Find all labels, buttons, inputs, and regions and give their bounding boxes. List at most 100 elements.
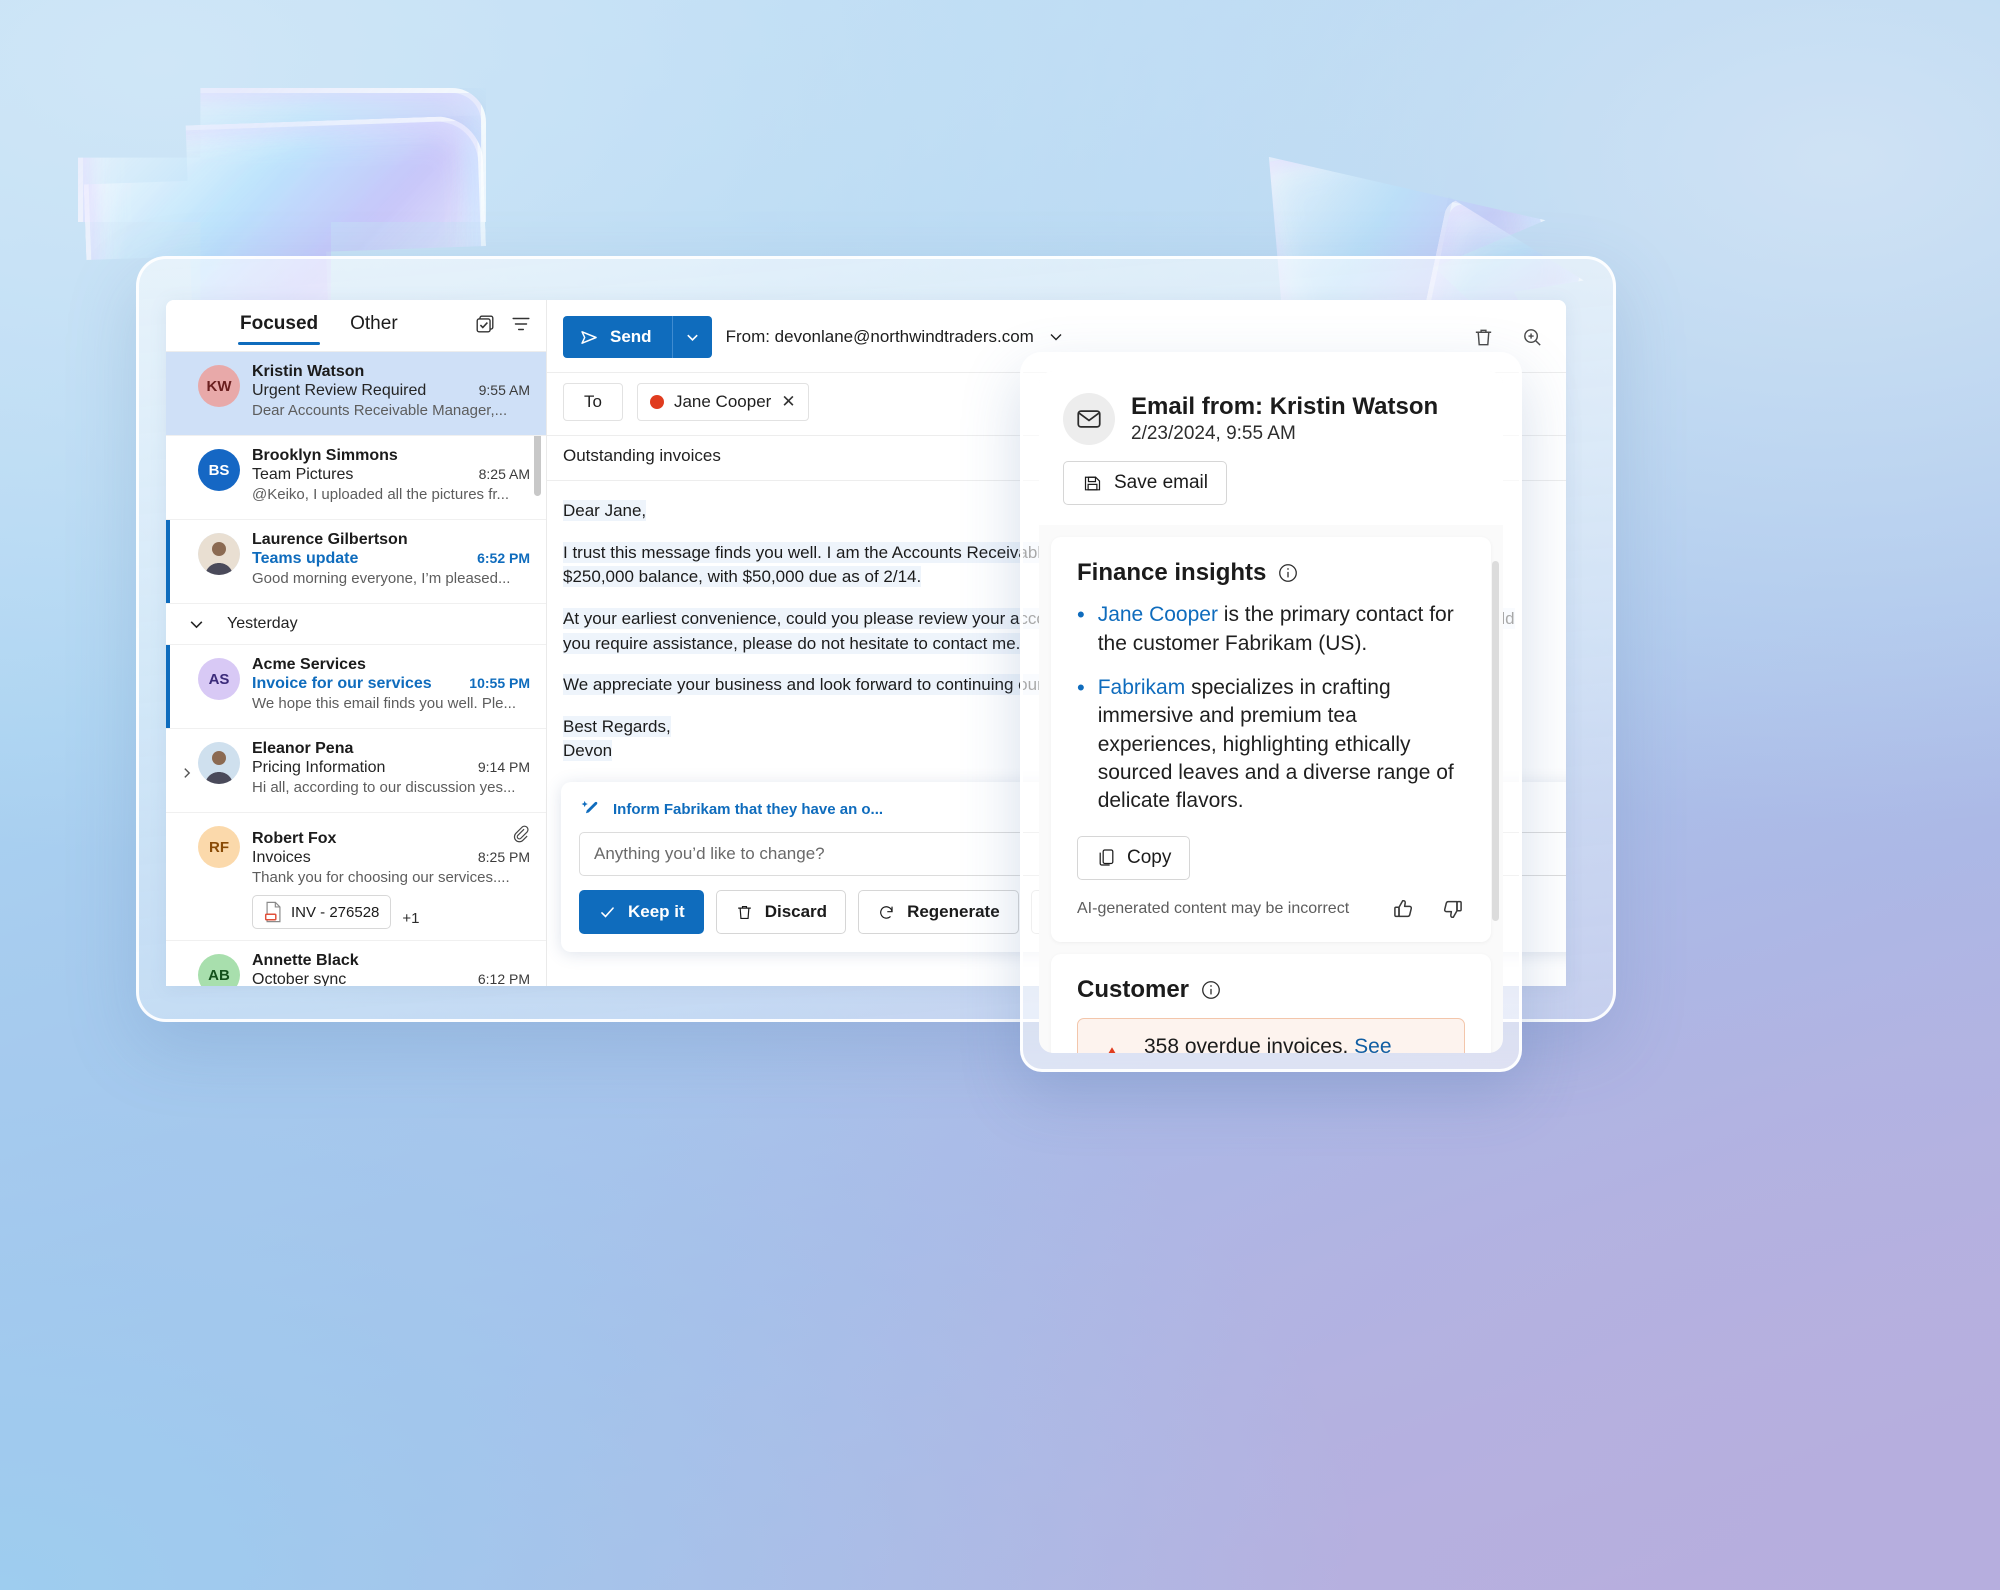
copilot-side-panel: Email from: Kristin Watson 2/23/2024, 9:…	[1020, 352, 1522, 1072]
timestamp: 9:14 PM	[477, 759, 530, 775]
thumbs-down-icon[interactable]	[1439, 896, 1465, 922]
subject-text: Invoice for our services	[252, 675, 432, 692]
panel-timestamp: 2/23/2024, 9:55 AM	[1131, 423, 1296, 445]
attachment-more-count[interactable]: +1	[402, 910, 419, 927]
file-icon	[264, 901, 281, 923]
finance-insights-title: Finance insights	[1077, 559, 1465, 587]
row-gutter	[176, 952, 198, 986]
sender-name: Kristin Watson	[252, 363, 365, 380]
list-item-body: Annette BlackOctober sync6:12 PMHi y’all…	[252, 952, 530, 986]
send-button-label: Send	[610, 327, 652, 346]
list-item-body: Laurence Gilbertson Teams update 6:52 PM Go…	[252, 531, 530, 592]
copy-label: Copy	[1127, 846, 1172, 868]
from-field[interactable]: From: devonlane@northwindtraders.com	[726, 327, 1064, 347]
list-item-subject-row: Team Pictures 8:25 AM	[252, 466, 530, 484]
thumbs-up-icon[interactable]	[1391, 896, 1417, 922]
customer-card: Customer 358 overdue invoices. See detai…	[1051, 953, 1491, 1053]
finance-insights-card: Finance insights • Jane Cooper is the pr…	[1051, 537, 1491, 942]
side-panel-inner: Email from: Kristin Watson 2/23/2024, 9:…	[1039, 371, 1503, 1053]
send-options-caret[interactable]	[671, 316, 712, 358]
alert-count-text: 358 overdue invoices.	[1144, 1034, 1349, 1053]
send-button-group: Send	[563, 316, 712, 358]
refresh-icon	[880, 905, 893, 919]
preview-text: Good morning everyone, I’m pleased...	[252, 570, 511, 587]
side-panel-header: Email from: Kristin Watson 2/23/2024, 9:…	[1039, 371, 1503, 526]
send-button[interactable]: Send	[563, 316, 672, 358]
chevron-down-icon	[686, 334, 698, 341]
list-item[interactable]: RF Robert Fox Invoices 8:25 PM Thank you for…	[166, 813, 546, 941]
tab-other[interactable]: Other	[348, 307, 400, 345]
recipient-name: Jane Cooper	[673, 392, 772, 411]
insight-link[interactable]: Jane Cooper	[1098, 603, 1218, 626]
preview-text: Thank you for choosing our services....	[252, 869, 510, 886]
attachment-chip[interactable]: INV - 276528	[252, 895, 392, 929]
info-icon	[1279, 564, 1298, 583]
copilot-sparkle-icon	[581, 800, 598, 814]
customer-card-title: Customer	[1077, 976, 1465, 1004]
from-address: From: devonlane@northwindtraders.com	[725, 327, 1034, 346]
keep-it-label: Keep it	[628, 902, 685, 921]
avatar: BS	[198, 449, 240, 491]
expand-thread-icon[interactable]	[176, 740, 198, 801]
list-item-body: Brooklyn Simmons Team Pictures 8:25 AM @Kei…	[252, 447, 530, 508]
list-item-header: Kristin Watson	[252, 363, 530, 381]
keep-it-button[interactable]: Keep it	[579, 890, 704, 934]
bullet-icon: •	[1077, 602, 1085, 628]
subject-text: Urgent Review Required	[252, 382, 427, 399]
side-panel-scrollbar[interactable]	[1492, 561, 1499, 921]
row-gutter	[176, 447, 198, 508]
list-item[interactable]: Laurence Gilbertson Teams update 6:52 PM Go…	[166, 520, 546, 604]
copy-icon	[1099, 849, 1114, 866]
list-item-header: Eleanor Pena	[252, 740, 530, 758]
message-list-tabs: Focused Other	[166, 300, 546, 352]
avatar: KW	[198, 365, 240, 407]
zoom-in-icon[interactable]	[1521, 326, 1544, 349]
filter-icon[interactable]	[510, 313, 532, 335]
list-item-subject-row: Teams update 6:52 PM	[252, 550, 530, 568]
insight-link[interactable]: Fabrikam	[1098, 676, 1186, 699]
finance-insights-label: Finance insights	[1077, 559, 1267, 587]
list-item[interactable]: BS Brooklyn Simmons Team Pictures 8:25 AM @K…	[166, 436, 546, 520]
discard-button[interactable]: Discard	[715, 890, 847, 934]
timestamp: 10:55 PM	[469, 675, 530, 691]
list-item[interactable]: AS Acme Services Invoice for our services 1…	[166, 645, 546, 729]
copy-button[interactable]: Copy	[1077, 835, 1191, 880]
list-item[interactable]: KW Kristin Watson Urgent Review Required 9:…	[166, 352, 546, 436]
save-email-button[interactable]: Save email	[1063, 461, 1227, 506]
row-gutter	[176, 363, 198, 424]
timestamp: 6:52 PM	[477, 550, 530, 566]
list-item-body: Kristin Watson Urgent Review Required 9:55…	[252, 363, 530, 424]
remove-recipient-icon[interactable]: ✕	[781, 392, 795, 412]
copilot-hint-text: Inform Fabrikam that they have an o...	[613, 800, 884, 818]
list-item-header: Acme Services	[252, 656, 530, 674]
message-list-pane: Focused Other KW Kristin Watson Urgent R…	[166, 300, 547, 986]
list-item[interactable]: Eleanor Pena Pricing Information 9:14 PM Hi…	[166, 729, 546, 813]
list-item-body: Acme Services Invoice for our services 10:…	[252, 656, 530, 717]
info-icon	[1202, 980, 1220, 999]
list-item-subject-row: Urgent Review Required 9:55 AM	[252, 382, 530, 400]
tab-focused[interactable]: Focused	[238, 307, 321, 345]
select-all-icon[interactable]	[474, 313, 496, 335]
list-group-header[interactable]: Yesterday	[166, 604, 546, 645]
discard-label: Discard	[764, 902, 828, 921]
warning-icon	[1096, 1043, 1128, 1053]
list-item-header: Annette Black	[252, 952, 530, 970]
list-item-subject-row: October sync 6:12 PM	[252, 971, 530, 986]
subject-text: Invoices	[252, 849, 311, 866]
regenerate-button[interactable]: Regenerate	[858, 890, 1019, 934]
list-item[interactable]: ABAnnette BlackOctober sync6:12 PMHi y’a…	[166, 941, 546, 986]
email-summary-row: Email from: Kristin Watson 2/23/2024, 9:…	[1063, 393, 1479, 446]
customer-label: Customer	[1077, 975, 1190, 1003]
save-icon	[1084, 476, 1101, 491]
to-label: To	[563, 383, 623, 421]
save-email-label: Save email	[1114, 472, 1208, 494]
bullet-icon: •	[1077, 675, 1085, 700]
timestamp: 6:12 PM	[477, 971, 530, 986]
alert-text: 358 overdue invoices. See details	[1144, 1035, 1446, 1053]
row-gutter	[176, 531, 198, 592]
recipient-pill[interactable]: Jane Cooper ✕	[636, 383, 809, 421]
group-header-label: Yesterday	[227, 615, 298, 632]
insight-bullet: • Jane Cooper is the primary contact for…	[1077, 601, 1465, 658]
delete-icon[interactable]	[1472, 326, 1495, 349]
sender-name: Robert Fox	[252, 830, 337, 847]
